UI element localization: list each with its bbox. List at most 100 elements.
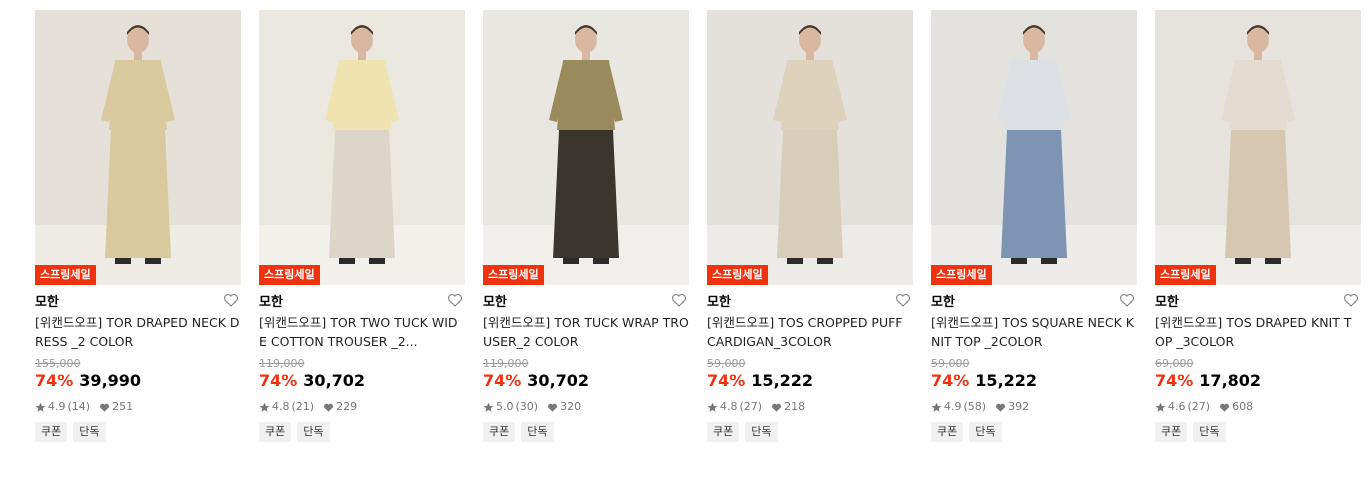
product-name[interactable]: [위캔드오프] TOS CROPPED PUFF CARDIGAN_3COLOR	[707, 313, 913, 351]
like-heart-icon	[1220, 403, 1230, 412]
brand-name[interactable]: 모한	[259, 291, 283, 310]
like-count: 218	[784, 400, 806, 413]
review-meta: 5.0 (30) 320	[483, 400, 689, 414]
product-name[interactable]: [위캔드오프] TOS DRAPED KNIT TOP _3COLOR	[1155, 313, 1361, 351]
product-image[interactable]: 스프링세일	[259, 10, 465, 285]
product-card[interactable]: 스프링세일 모한 [위캔드오프] TOR TUCK WRAP TROUSER_2…	[483, 10, 689, 442]
tag-list: 쿠폰 단독	[259, 422, 465, 442]
review-count: (58)	[963, 400, 987, 413]
discount-rate: 74%	[259, 371, 298, 390]
star-icon	[931, 402, 942, 412]
brand-name[interactable]: 모한	[483, 291, 507, 310]
product-card[interactable]: 스프링세일 모한 [위캔드오프] TOR TWO TUCK WIDE COTTO…	[259, 10, 465, 442]
star-icon	[35, 402, 46, 412]
sale-price: 30,702	[527, 371, 590, 390]
product-image[interactable]: 스프링세일	[931, 10, 1137, 285]
review-meta: 4.9 (58) 392	[931, 400, 1137, 414]
review-count: (30)	[515, 400, 539, 413]
sale-price: 15,222	[975, 371, 1038, 390]
tag-list: 쿠폰 단독	[707, 422, 913, 442]
heart-icon[interactable]	[223, 292, 239, 308]
discount-rate: 74%	[931, 371, 970, 390]
price-row: 74% 17,802	[1155, 371, 1361, 391]
tag-badge: 단독	[969, 422, 1002, 442]
rating-value: 5.0	[496, 400, 514, 413]
like-heart-icon	[548, 403, 558, 412]
rating-value: 4.8	[720, 400, 738, 413]
discount-rate: 74%	[1155, 371, 1194, 390]
review-count: (27)	[739, 400, 763, 413]
tag-list: 쿠폰 단독	[483, 422, 689, 442]
price-row: 74% 39,990	[35, 371, 241, 391]
sale-badge: 스프링세일	[35, 265, 96, 285]
tag-badge: 단독	[521, 422, 554, 442]
original-price: 59,000	[931, 357, 970, 370]
model-photo	[35, 10, 241, 285]
rating-value: 4.9	[48, 400, 66, 413]
heart-icon[interactable]	[671, 292, 687, 308]
like-count: 320	[560, 400, 582, 413]
tag-badge: 쿠폰	[707, 422, 740, 442]
sale-badge: 스프링세일	[483, 265, 544, 285]
product-card[interactable]: 스프링세일 모한 [위캔드오프] TOS DRAPED KNIT TOP _3C…	[1155, 10, 1361, 442]
product-card[interactable]: 스프링세일 모한 [위캔드오프] TOS CROPPED PUFF CARDIG…	[707, 10, 913, 442]
original-price: 69,000	[1155, 357, 1194, 370]
tag-badge: 단독	[745, 422, 778, 442]
review-meta: 4.8 (21) 229	[259, 400, 465, 414]
tag-badge: 쿠폰	[35, 422, 68, 442]
product-image[interactable]: 스프링세일	[483, 10, 689, 285]
product-name[interactable]: [위캔드오프] TOR DRAPED NECK DRESS _2 COLOR	[35, 313, 241, 351]
heart-icon[interactable]	[447, 292, 463, 308]
sale-badge: 스프링세일	[259, 265, 320, 285]
tag-badge: 쿠폰	[931, 422, 964, 442]
product-image[interactable]: 스프링세일	[1155, 10, 1361, 285]
tag-list: 쿠폰 단독	[931, 422, 1137, 442]
sale-price: 15,222	[751, 371, 814, 390]
star-icon	[707, 402, 718, 412]
tag-list: 쿠폰 단독	[1155, 422, 1361, 442]
model-photo	[259, 10, 465, 285]
rating-value: 4.6	[1168, 400, 1186, 413]
brand-name[interactable]: 모한	[707, 291, 731, 310]
product-name[interactable]: [위캔드오프] TOS SQUARE NECK KNIT TOP _2COLOR	[931, 313, 1137, 351]
product-card[interactable]: 스프링세일 모한 [위캔드오프] TOS SQUARE NECK KNIT TO…	[931, 10, 1137, 442]
rating-value: 4.9	[944, 400, 962, 413]
discount-rate: 74%	[35, 371, 74, 390]
price-row: 74% 15,222	[707, 371, 913, 391]
model-photo	[483, 10, 689, 285]
price-row: 74% 30,702	[259, 371, 465, 391]
review-count: (14)	[67, 400, 91, 413]
star-icon	[483, 402, 494, 412]
tag-badge: 쿠폰	[483, 422, 516, 442]
sale-badge: 스프링세일	[931, 265, 992, 285]
price-row: 74% 15,222	[931, 371, 1137, 391]
like-heart-icon	[772, 403, 782, 412]
original-price: 119,000	[259, 357, 305, 370]
sale-price: 30,702	[303, 371, 366, 390]
discount-rate: 74%	[483, 371, 522, 390]
product-image[interactable]: 스프링세일	[35, 10, 241, 285]
original-price: 119,000	[483, 357, 529, 370]
model-photo	[931, 10, 1137, 285]
brand-name[interactable]: 모한	[35, 291, 59, 310]
model-photo	[1155, 10, 1361, 285]
review-count: (21)	[291, 400, 315, 413]
like-count: 251	[112, 400, 134, 413]
sale-price: 17,802	[1199, 371, 1262, 390]
sale-badge: 스프링세일	[1155, 265, 1216, 285]
product-image[interactable]: 스프링세일	[707, 10, 913, 285]
star-icon	[259, 402, 270, 412]
like-count: 229	[336, 400, 358, 413]
heart-icon[interactable]	[895, 292, 911, 308]
product-name[interactable]: [위캔드오프] TOR TWO TUCK WIDE COTTON TROUSER…	[259, 313, 465, 351]
tag-badge: 단독	[297, 422, 330, 442]
sale-price: 39,990	[79, 371, 142, 390]
product-name[interactable]: [위캔드오프] TOR TUCK WRAP TROUSER_2 COLOR	[483, 313, 689, 351]
brand-name[interactable]: 모한	[931, 291, 955, 310]
heart-icon[interactable]	[1119, 292, 1135, 308]
review-meta: 4.6 (27) 608	[1155, 400, 1361, 414]
review-meta: 4.9 (14) 251	[35, 400, 241, 414]
product-card[interactable]: 스프링세일 모한 [위캔드오프] TOR DRAPED NECK DRESS _…	[35, 10, 241, 442]
heart-icon[interactable]	[1343, 292, 1359, 308]
brand-name[interactable]: 모한	[1155, 291, 1179, 310]
